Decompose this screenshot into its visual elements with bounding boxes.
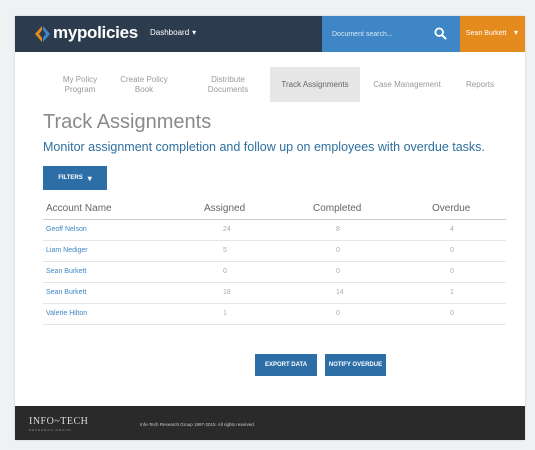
overdue-count: 0 (450, 310, 454, 317)
copyright-text: Info-Tech Research Group 1997-2015. All … (140, 422, 256, 427)
assigned-count: 5 (223, 247, 227, 254)
table-row: Geoff Nelson 24 8 4 (43, 220, 506, 241)
dashboard-label: Dashboard (150, 28, 190, 37)
user-menu[interactable]: Sean Burkett ▾ (460, 16, 525, 52)
tab-label: Case Management (373, 79, 441, 89)
tab-my-policy-program[interactable]: My Policy Program (55, 67, 105, 102)
completed-count: 0 (336, 268, 340, 275)
column-header-assigned[interactable]: Assigned (204, 203, 245, 214)
app-window: mypolicies Dashboard▾ Sean Burkett ▾ My … (15, 16, 525, 440)
filters-label: FILTERS (58, 175, 83, 181)
tab-label: Distribute Documents (207, 74, 249, 94)
tab-label: Create Policy Book (120, 74, 168, 94)
account-name-link[interactable]: Valerie Hilton (46, 310, 87, 317)
overdue-count: 0 (450, 247, 454, 254)
footer: INFO~TECH RESEARCH GROUP Info-Tech Resea… (15, 406, 525, 440)
table-row: Sean Burkett 0 0 0 (43, 262, 506, 283)
tab-reports[interactable]: Reports (455, 67, 505, 102)
column-header-overdue[interactable]: Overdue (432, 203, 470, 214)
info-tech-logo-subtitle: RESEARCH GROUP (29, 428, 72, 432)
info-tech-logo: INFO~TECH (29, 416, 89, 427)
overdue-count: 1 (450, 289, 454, 296)
account-name-link[interactable]: Sean Burkett (46, 289, 86, 296)
completed-count: 14 (336, 289, 344, 296)
account-name-link[interactable]: Liam Nediger (46, 247, 88, 254)
filters-button[interactable]: FILTERS ▾ (43, 166, 107, 190)
chevron-down-icon: ▾ (192, 28, 197, 37)
notify-overdue-label: NOTIFY OVERDUE (328, 362, 383, 368)
assigned-count: 1 (223, 310, 227, 317)
tab-distribute-documents[interactable]: Distribute Documents (198, 67, 258, 102)
account-name-link[interactable]: Geoff Nelson (46, 226, 87, 233)
tab-label: My Policy Program (62, 74, 98, 94)
search-box (322, 16, 460, 52)
completed-count: 8 (336, 226, 340, 233)
assigned-count: 18 (223, 289, 231, 296)
logo-text[interactable]: mypolicies (53, 23, 138, 43)
search-input[interactable] (332, 28, 422, 40)
page-subtitle: Monitor assignment completion and follow… (43, 140, 485, 154)
tab-create-policy-book[interactable]: Create Policy Book (119, 67, 169, 102)
page-title: Track Assignments (43, 111, 212, 133)
assigned-count: 24 (223, 226, 231, 233)
table-header: Account Name Assigned Completed Overdue (43, 203, 506, 220)
assigned-count: 0 (223, 268, 227, 275)
export-data-button[interactable]: EXPORT DATA (255, 354, 317, 376)
table-row: Sean Burkett 18 14 1 (43, 283, 506, 304)
completed-count: 0 (336, 310, 340, 317)
dashboard-menu[interactable]: Dashboard ▾ (150, 28, 196, 37)
tab-label: Reports (465, 79, 494, 89)
column-header-completed[interactable]: Completed (313, 203, 361, 214)
export-data-label: EXPORT DATA (264, 362, 308, 368)
user-name: Sean Burkett (466, 30, 507, 37)
notify-overdue-button[interactable]: NOTIFY OVERDUE (325, 354, 386, 376)
overdue-count: 4 (450, 226, 454, 233)
tab-label: Track Assignments (281, 79, 349, 89)
tab-case-management[interactable]: Case Management (367, 67, 447, 102)
table-row: Liam Nediger 5 0 0 (43, 241, 506, 262)
overdue-count: 0 (450, 268, 454, 275)
tab-track-assignments[interactable]: Track Assignments (270, 67, 360, 102)
search-icon[interactable] (434, 27, 447, 40)
column-header-account-name[interactable]: Account Name (46, 203, 112, 214)
top-navigation-bar: mypolicies Dashboard▾ Sean Burkett ▾ (15, 16, 525, 52)
table-row: Valerie Hilton 1 0 0 (43, 304, 506, 325)
account-name-link[interactable]: Sean Burkett (46, 268, 86, 275)
chevron-down-icon: ▾ (514, 28, 519, 37)
logo-icon (35, 26, 50, 42)
completed-count: 0 (336, 247, 340, 254)
chevron-down-icon: ▾ (87, 173, 92, 183)
